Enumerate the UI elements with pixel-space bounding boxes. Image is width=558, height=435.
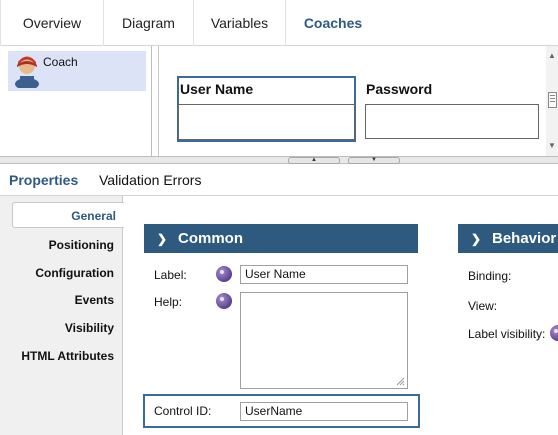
nav-item-general-label: General bbox=[71, 209, 116, 223]
properties-nav: General Positioning Configuration Events… bbox=[0, 196, 124, 435]
view-label: View: bbox=[468, 299, 498, 313]
coach-design-canvas: User Name Password ▲ ▼ bbox=[152, 46, 558, 156]
tab-diagram[interactable]: Diagram bbox=[104, 0, 194, 46]
username-control-selected[interactable]: User Name bbox=[177, 76, 356, 142]
common-section-header[interactable]: ❯ Common bbox=[144, 224, 418, 253]
tab-variables[interactable]: Variables bbox=[194, 0, 286, 46]
password-field-label: Password bbox=[366, 81, 433, 97]
nav-item-events[interactable]: Events bbox=[75, 293, 114, 307]
scroll-grip-icon[interactable] bbox=[548, 92, 557, 108]
label-field-label: Label: bbox=[154, 268, 187, 282]
binding-label: Binding: bbox=[468, 269, 512, 283]
common-section-title: Common bbox=[178, 230, 243, 247]
person-avatar-icon bbox=[15, 56, 39, 88]
tab-properties[interactable]: Properties bbox=[9, 172, 78, 188]
username-field-label: User Name bbox=[180, 81, 254, 97]
editor-tabs: Overview Diagram Variables Coaches bbox=[0, 0, 558, 46]
scroll-down-arrow-icon[interactable]: ▼ bbox=[546, 140, 558, 152]
panel-splitter[interactable]: ▲ ▼ bbox=[0, 156, 558, 164]
password-preview-input[interactable] bbox=[365, 104, 539, 139]
coach-outline-item[interactable]: Coach bbox=[8, 51, 146, 91]
nav-item-configuration[interactable]: Configuration bbox=[35, 266, 114, 280]
help-field-label: Help: bbox=[154, 295, 183, 309]
label-help-bubble-icon[interactable] bbox=[216, 266, 232, 282]
control-id-highlight: Control ID: UserName bbox=[143, 394, 420, 428]
label-input[interactable]: User Name bbox=[240, 265, 408, 284]
canvas-vertical-scrollbar[interactable]: ▲ ▼ bbox=[546, 46, 558, 156]
label-visibility-help-bubble-icon[interactable] bbox=[550, 325, 558, 341]
tab-coaches[interactable]: Coaches bbox=[286, 0, 380, 46]
nav-item-general[interactable]: General bbox=[12, 202, 124, 228]
chevron-down-icon: ❯ bbox=[470, 232, 482, 246]
username-preview-input[interactable] bbox=[178, 104, 355, 140]
nav-item-html-attributes[interactable]: HTML Attributes bbox=[21, 349, 114, 363]
control-id-input[interactable]: UserName bbox=[240, 402, 408, 421]
behavior-section-title: Behavior bbox=[492, 230, 557, 247]
help-textarea[interactable] bbox=[240, 292, 408, 389]
behavior-section-header[interactable]: ❯ Behavior bbox=[458, 224, 558, 253]
label-visibility-label: Label visibility: bbox=[468, 327, 546, 341]
tab-overview[interactable]: Overview bbox=[0, 0, 104, 46]
property-tabs: Properties Validation Errors bbox=[0, 164, 558, 196]
nav-item-positioning[interactable]: Positioning bbox=[49, 238, 114, 252]
control-id-label: Control ID: bbox=[154, 404, 212, 418]
coach-outline-panel: Coach bbox=[0, 46, 152, 156]
triangle-up-icon: ▲ bbox=[311, 157, 317, 163]
chevron-down-icon: ❯ bbox=[156, 232, 168, 246]
nav-item-visibility[interactable]: Visibility bbox=[65, 321, 114, 335]
resize-grip-icon[interactable] bbox=[395, 376, 405, 386]
collapse-down-button[interactable]: ▼ bbox=[348, 157, 400, 164]
coach-outline-label: Coach bbox=[43, 55, 78, 69]
tab-validation-errors[interactable]: Validation Errors bbox=[99, 172, 201, 188]
general-properties-panel: ❯ Common ❯ Behavior Label: User Name Help:… bbox=[124, 196, 558, 435]
triangle-down-icon: ▼ bbox=[371, 157, 377, 163]
help-help-bubble-icon[interactable] bbox=[216, 293, 232, 309]
collapse-up-button[interactable]: ▲ bbox=[288, 157, 340, 164]
scroll-up-arrow-icon[interactable]: ▲ bbox=[546, 50, 558, 62]
canvas-content: User Name Password bbox=[158, 46, 548, 156]
